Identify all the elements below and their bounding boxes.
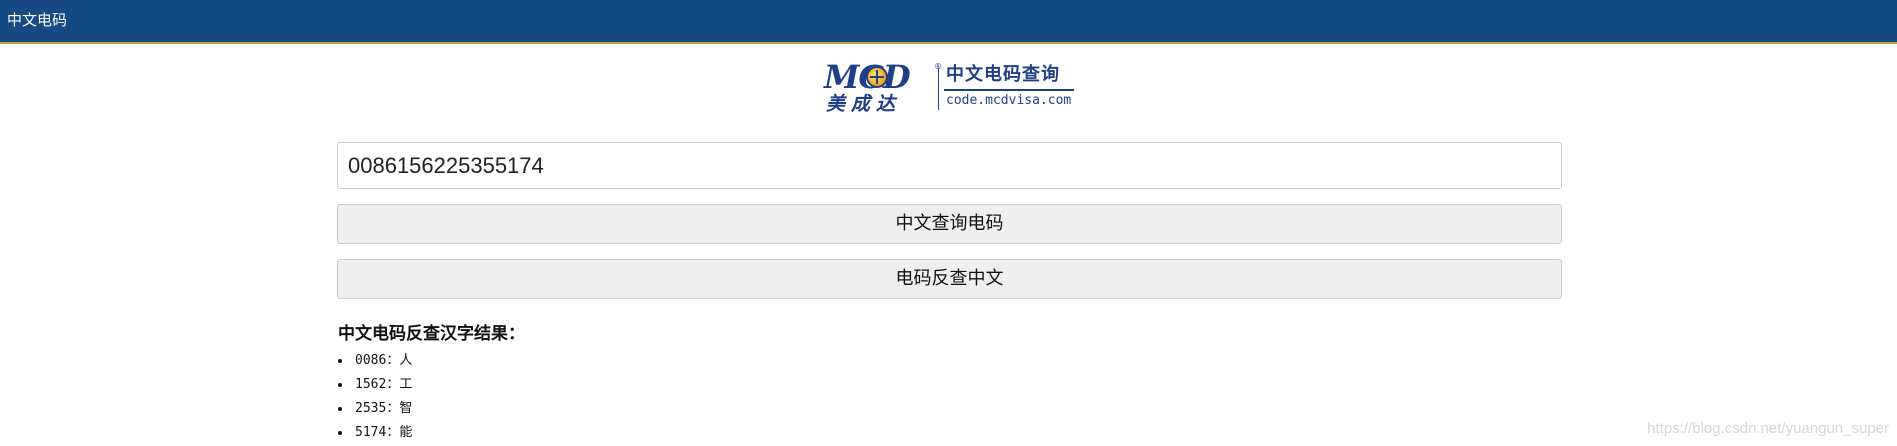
logo-divider bbox=[938, 68, 939, 110]
list-item: 0086：人 bbox=[338, 349, 412, 373]
cn-to-code-button[interactable]: 中文查询电码 bbox=[337, 204, 1562, 244]
code-input[interactable] bbox=[337, 142, 1562, 189]
top-navbar: 中文电码 bbox=[0, 0, 1897, 44]
logo-brand-cn: 美成达 bbox=[826, 93, 902, 115]
result-separator: ： bbox=[386, 353, 400, 368]
result-separator: ： bbox=[386, 425, 400, 440]
watermark: https://blog.csdn.net/yuangun_super bbox=[1647, 420, 1889, 437]
result-code: 1562 bbox=[355, 377, 387, 392]
result-char: 能 bbox=[399, 425, 413, 440]
bullet-icon bbox=[338, 382, 342, 387]
result-separator: ： bbox=[386, 377, 400, 392]
list-item: 5174：能 bbox=[338, 421, 412, 445]
logo-globe-icon bbox=[866, 66, 888, 88]
result-code: 0086 bbox=[355, 353, 387, 368]
list-item: 1562：工 bbox=[338, 373, 412, 397]
result-separator: ： bbox=[386, 401, 400, 416]
bullet-icon bbox=[338, 406, 342, 411]
code-to-cn-button[interactable]: 电码反查中文 bbox=[337, 259, 1562, 299]
bullet-icon bbox=[338, 358, 342, 363]
result-list: 0086：人 1562：工 2535：智 5174：能 bbox=[338, 349, 412, 445]
result-code: 5174 bbox=[355, 425, 387, 440]
result-char: 智 bbox=[399, 401, 413, 416]
logo-title-cn: 中文电码查询 bbox=[946, 64, 1060, 85]
app-title[interactable]: 中文电码 bbox=[7, 11, 67, 29]
logo-domain: code.mcdvisa.com bbox=[946, 93, 1072, 108]
result-title: 中文电码反查汉字结果： bbox=[338, 324, 525, 344]
bullet-icon bbox=[338, 430, 342, 435]
result-code: 2535 bbox=[355, 401, 387, 416]
site-logo: MCD ® 美成达 中文电码查询 code.mcdvisa.com bbox=[824, 61, 1074, 115]
result-char: 人 bbox=[399, 353, 413, 368]
list-item: 2535：智 bbox=[338, 397, 412, 421]
result-char: 工 bbox=[399, 377, 413, 392]
logo-underline bbox=[944, 89, 1074, 91]
